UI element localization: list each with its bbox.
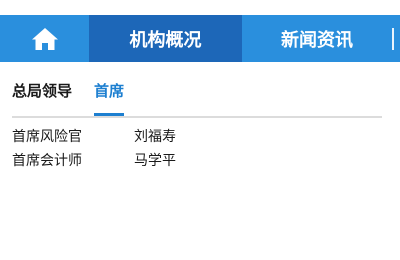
leader-role: 首席会计师 bbox=[12, 153, 82, 169]
list-item: 首席会计师 马学平 bbox=[12, 148, 382, 172]
home-icon bbox=[31, 27, 58, 50]
top-navigation: 机构概况 新闻资讯 bbox=[0, 15, 400, 62]
subtab-chief[interactable]: 首席 bbox=[94, 80, 124, 102]
leader-name[interactable]: 马学平 bbox=[134, 150, 176, 170]
subtab-divider bbox=[12, 116, 382, 118]
leader-list: 首席风险官 刘福寿 首席会计师 马学平 bbox=[12, 124, 382, 172]
subtab-chief-wrapper: 首席 bbox=[94, 80, 125, 116]
subtab-bureau-leaders[interactable]: 总局领导 bbox=[12, 80, 72, 102]
home-button[interactable] bbox=[0, 15, 89, 62]
leader-name[interactable]: 刘福寿 bbox=[134, 126, 176, 146]
tab-news[interactable]: 新闻资讯 bbox=[242, 15, 392, 62]
nav-divider bbox=[392, 27, 394, 50]
list-item: 首席风险官 刘福寿 bbox=[12, 124, 382, 148]
sub-tabs: 总局领导 首席 bbox=[12, 80, 382, 118]
tab-institution-overview[interactable]: 机构概况 bbox=[89, 15, 242, 62]
leader-role: 首席风险官 bbox=[12, 129, 82, 145]
page: 机构概况 新闻资讯 总局领导 首席 首席风险官 刘福寿 首席会计师 马学平 bbox=[0, 0, 400, 260]
